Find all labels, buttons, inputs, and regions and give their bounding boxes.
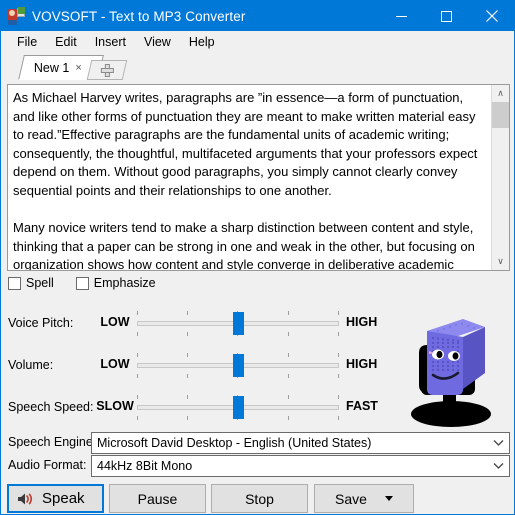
speech-speed-slider[interactable] (137, 388, 339, 428)
tab-close-icon[interactable]: × (75, 61, 81, 73)
scroll-down-icon[interactable]: ∨ (492, 253, 509, 270)
caret-down-icon[interactable] (384, 496, 393, 501)
microphone-mascot (401, 309, 513, 427)
menu-bar: File Edit Insert View Help (1, 31, 514, 54)
menu-item-file[interactable]: File (8, 33, 46, 52)
speech-engine-value: Microsoft David Desktop - English (Unite… (97, 436, 372, 450)
application-window: VOVSOFT - Text to MP3 Converter File Edi… (0, 0, 515, 515)
emphasize-checkbox-label: Emphasize (93, 276, 156, 290)
audio-format-label: Audio Format: (8, 458, 87, 472)
tab-strip: New 1 × (1, 54, 514, 80)
voice-pitch-label: Voice Pitch: (8, 316, 74, 330)
text-editor[interactable]: As Michael Harvey writes, paragraphs are… (7, 84, 510, 271)
add-tab-icon (101, 64, 114, 77)
speech-speed-max-label: FAST (346, 399, 378, 413)
speaker-icon (17, 492, 34, 506)
action-button-bar: Speak Pause Stop Save (1, 482, 514, 514)
volume-label: Volume: (8, 358, 54, 372)
close-icon[interactable] (469, 1, 514, 31)
maximize-icon[interactable] (424, 1, 469, 31)
spell-checkbox-label: Spell (26, 276, 54, 290)
app-icon (7, 7, 25, 25)
speak-button[interactable]: Speak (7, 484, 104, 513)
speech-engine-select[interactable]: Microsoft David Desktop - English (Unite… (91, 432, 510, 454)
window-controls (379, 1, 514, 31)
title-bar: VOVSOFT - Text to MP3 Converter (1, 1, 514, 31)
speech-engine-label: Speech Engine: (8, 435, 97, 449)
speak-button-label: Speak (42, 490, 85, 507)
emphasize-checkbox[interactable]: Emphasize (75, 276, 156, 290)
volume-slider[interactable] (137, 346, 339, 386)
menu-item-help[interactable]: Help (180, 33, 224, 52)
audio-format-row: Audio Format: 44kHz 8Bit Mono (1, 455, 514, 477)
speech-speed-label: Speech Speed: (8, 400, 94, 414)
voice-pitch-max-label: HIGH (346, 315, 378, 329)
menu-item-view[interactable]: View (135, 33, 180, 52)
stop-button-label: Stop (245, 490, 274, 507)
scrollbar-thumb[interactable] (492, 102, 509, 128)
volume-row: Volume: LOW HIGH (1, 346, 391, 386)
menu-item-insert[interactable]: Insert (86, 33, 135, 52)
spell-checkbox-box[interactable] (8, 276, 21, 290)
speech-speed-min-label: SLOW (96, 399, 134, 413)
speech-speed-row: Speech Speed: SLOW FAST (1, 388, 391, 428)
speech-speed-thumb[interactable] (233, 396, 244, 419)
volume-min-label: LOW (100, 357, 130, 371)
tab-label: New 1 (34, 60, 70, 75)
options-row: Spell Emphasize (8, 276, 156, 290)
pause-button[interactable]: Pause (109, 484, 206, 513)
volume-max-label: HIGH (346, 357, 378, 371)
window-title: VOVSOFT - Text to MP3 Converter (32, 8, 246, 24)
voice-pitch-min-label: LOW (100, 315, 130, 329)
editor-vertical-scrollbar[interactable]: ∧ ∨ (491, 85, 509, 270)
minimize-icon[interactable] (379, 1, 424, 31)
save-button-label: Save (335, 490, 367, 507)
emphasize-checkbox-box[interactable] (75, 276, 89, 290)
volume-thumb[interactable] (233, 354, 244, 377)
stop-button[interactable]: Stop (211, 484, 308, 513)
audio-format-select[interactable]: 44kHz 8Bit Mono (91, 455, 510, 477)
chevron-down-icon[interactable] (487, 439, 509, 447)
scroll-up-icon[interactable]: ∧ (492, 85, 509, 102)
chevron-down-icon[interactable] (487, 462, 509, 470)
audio-format-value: 44kHz 8Bit Mono (97, 459, 193, 473)
speech-engine-row: Speech Engine: Microsoft David Desktop -… (1, 432, 514, 454)
menu-item-edit[interactable]: Edit (46, 33, 86, 52)
voice-pitch-row: Voice Pitch: LOW HIGH (1, 304, 391, 344)
voice-pitch-slider[interactable] (137, 304, 339, 344)
add-tab-button[interactable] (86, 60, 128, 80)
pause-button-label: Pause (137, 490, 178, 507)
voice-pitch-thumb[interactable] (233, 312, 244, 335)
spell-checkbox[interactable]: Spell (8, 276, 54, 290)
editor-text-content[interactable]: As Michael Harvey writes, paragraphs are… (8, 85, 491, 270)
save-button[interactable]: Save (314, 484, 414, 513)
